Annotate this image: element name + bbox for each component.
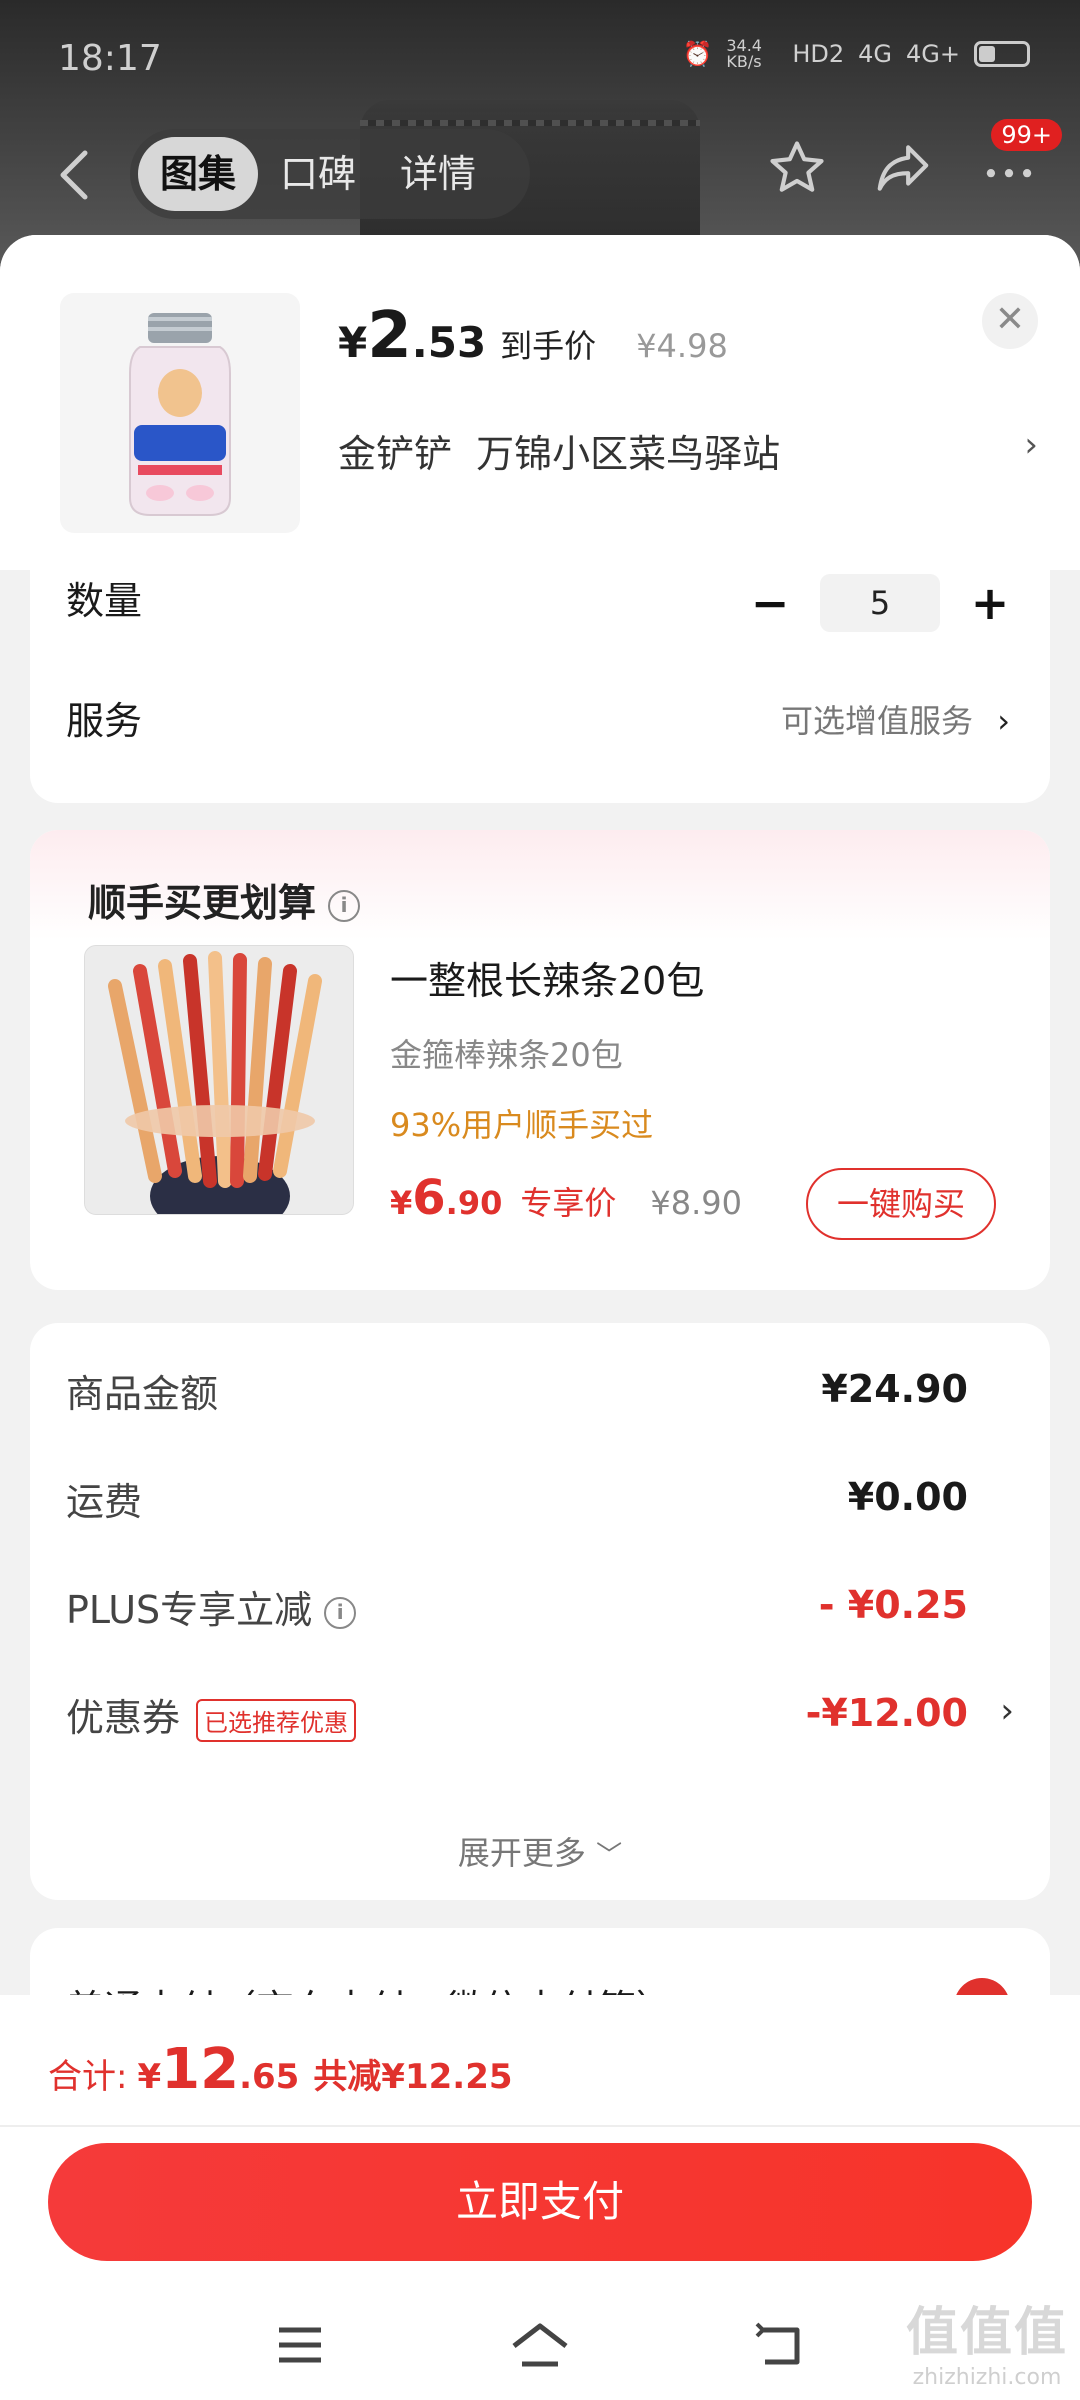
plus-discount-value: - ¥0.25 [818,1583,968,1627]
product-header: ¥ 2 .53 到手价 ¥4.98 金铲铲 万锦小区菜鸟驿站 › ✕ [0,235,1080,570]
plus-discount-text: PLUS专享立减 [66,1588,313,1632]
coupon-tag: 已选推荐优惠 [196,1699,357,1742]
total-label: 合计: [48,2057,128,2097]
addon-name[interactable]: 一整根长辣条20包 [390,950,704,1005]
order-total: 合计: ¥ 12 .65 共减¥12.25 [48,2037,513,2102]
one-click-buy-button[interactable]: 一键购买 [806,1168,996,1240]
status-icons: ⏰ 34.4 KB/s HD2 4G 4G+ [682,38,1030,70]
addon-buy-rate: 93%用户顺手买过 [390,1106,654,1144]
back-nav-icon[interactable] [755,2320,805,2370]
net-speed: 34.4 KB/s [726,36,762,71]
tab-group: 图集 口碑 详情 [130,129,530,219]
chevron-right-icon[interactable]: › [1024,425,1038,465]
addon-subtitle: 金箍棒辣条20包 [390,1036,623,1074]
spicy-strip-image [85,946,353,1214]
addon-price-tag: 专享价 [520,1184,617,1222]
price-summary-card: 商品金额 ¥24.90 运费 ¥0.00 PLUS专享立减 i - ¥0.25 优… [30,1323,1050,1900]
expand-more-label: 展开更多 [457,1834,586,1872]
minus-button[interactable]: − [750,576,790,630]
shipping-label: 运费 [66,1480,143,1524]
service-label: 服务 [66,699,143,743]
tab-reviews[interactable]: 口碑 [258,137,378,211]
status-time: 18:17 [58,38,162,79]
price-decimal: .53 [411,318,487,367]
quantity-input[interactable]: 5 [820,574,940,632]
addon-price-decimal: .90 [445,1184,503,1222]
service-selector[interactable]: 可选增值服务 › [781,696,1010,742]
info-icon[interactable]: i [328,889,361,922]
addon-price: ¥ 6 .90 专享价 ¥8.90 [390,1170,742,1226]
signal-icon: 4G [858,40,893,68]
addon-title-text: 顺手买更划算 [88,881,317,925]
info-icon[interactable]: i [324,1596,357,1629]
addon-original-price: ¥8.90 [650,1184,742,1222]
subtotal-value: ¥24.90 [821,1367,968,1411]
addon-title: 顺手买更划算 i [88,872,361,927]
tab-details[interactable]: 详情 [378,137,498,211]
quantity-stepper: − 5 + [750,574,1010,632]
signal-plus-icon: 4G+ [906,40,960,68]
pay-now-button[interactable]: 立即支付 [48,2143,1032,2261]
total-decimal: .65 [239,2057,300,2097]
expand-more-button[interactable]: 展开更多 ﹀ [30,1828,1050,1874]
hd-icon: HD2 [792,40,845,68]
coupon-text: 优惠券 [66,1696,181,1740]
quantity-label: 数量 [66,579,143,623]
top-nav: 图集 口碑 详情 99+ [0,119,1080,225]
back-icon[interactable] [55,145,95,205]
total-currency: ¥ [137,2057,162,2097]
summary-row: 商品金额 ¥24.90 [66,1363,1014,1423]
summary-row: 运费 ¥0.00 [66,1471,1014,1531]
watermark: 值值值 zhizhizhi.com [906,2290,1068,2390]
original-price: ¥4.98 [636,327,728,365]
addon-price-currency: ¥ [390,1184,413,1222]
addon-image[interactable] [84,945,354,1215]
addon-card: 顺手买更划算 i 一整根长辣条20包 金箍棒辣条20包 93%用户顺手买过 ¥ … [30,830,1050,1290]
summary-row: PLUS专享立减 i - ¥0.25 [66,1579,1014,1639]
share-icon[interactable] [872,137,934,199]
price-integer: 2 [367,299,412,373]
mint-bottle-image [129,313,231,516]
menu-icon[interactable] [275,2320,325,2370]
plus-button[interactable]: + [970,576,1010,630]
total-reduction: 共减¥12.25 [313,2057,513,2097]
price-tag: 到手价 [500,327,597,365]
product-thumbnail [60,293,300,533]
coupon-row[interactable]: 优惠券 已选推荐优惠 -¥12.00 › [66,1687,1014,1747]
divider [0,2125,1080,2127]
alarm-icon: ⏰ [682,40,713,68]
battery-icon [974,41,1030,67]
message-badge: 99+ [991,119,1062,151]
watermark-url: zhizhizhi.com [912,2365,1062,2390]
coupon-label: 优惠券 已选推荐优惠 [66,1687,357,1742]
pickup-station[interactable]: 金铲铲 万锦小区菜鸟驿站 [338,423,780,478]
product-price: ¥ 2 .53 到手价 ¥4.98 [338,299,728,373]
watermark-logo: 值值值 [905,2303,1068,2363]
options-card: 数量 − 5 + 服务 可选增值服务 › [30,570,1050,803]
home-icon[interactable] [510,2320,570,2370]
chevron-right-icon: › [1000,1691,1014,1731]
price-currency: ¥ [338,318,368,367]
plus-discount-label: PLUS专享立减 i [66,1579,357,1634]
service-value: 可选增值服务 [781,702,974,740]
coupon-value: -¥12.00 [805,1691,968,1735]
chevron-right-icon: › [997,702,1010,740]
addon-price-integer: 6 [412,1170,446,1226]
star-icon[interactable] [766,137,828,199]
status-bar: 18:17 ⏰ 34.4 KB/s HD2 4G 4G+ [0,0,1080,110]
close-button[interactable]: ✕ [982,293,1038,349]
subtotal-label: 商品金额 [66,1372,219,1416]
shipping-value: ¥0.00 [847,1475,968,1519]
chevron-down-icon: ﹀ [596,1841,623,1871]
total-integer: 12 [161,2037,240,2102]
checkout-bar: 合计: ¥ 12 .65 共减¥12.25 立即支付 值值值 zhizhizhi… [0,1995,1080,2400]
tab-gallery[interactable]: 图集 [138,137,259,211]
